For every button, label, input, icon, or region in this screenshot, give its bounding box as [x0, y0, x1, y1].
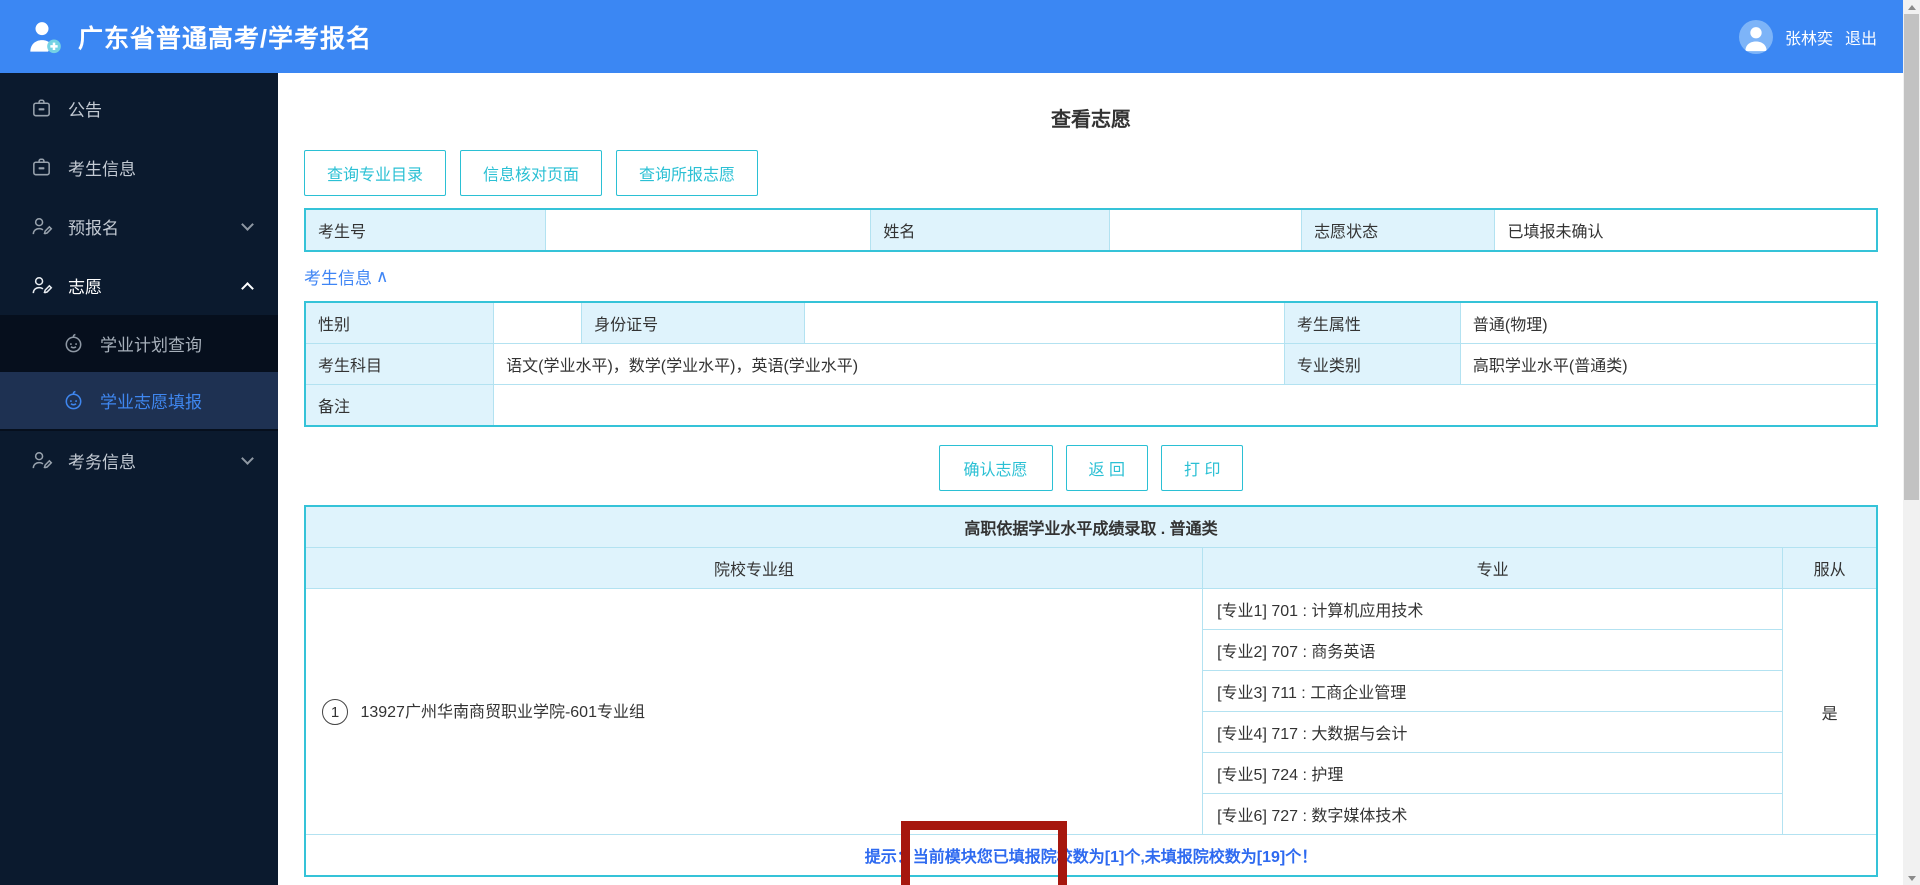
user-add-icon — [26, 17, 66, 57]
exam-no-label: 考生号 — [304, 208, 547, 252]
college-group-name: 13927广州华南商贸职业学院-601专业组 — [360, 703, 645, 721]
back-button[interactable]: 返 回 — [1065, 445, 1148, 491]
subjects-label: 考生科目 — [304, 343, 495, 385]
major-item: [专业6] 727 : 数字媒体技术 — [1202, 793, 1784, 835]
remark-value — [493, 384, 1878, 427]
main-content: 查看志愿 查询专业目录 信息核对页面 查询所报志愿 考生号 姓名 志愿状态 已填… — [278, 73, 1903, 885]
scrollbar-up-arrow[interactable] — [1903, 0, 1920, 14]
id-number-value — [804, 301, 1285, 344]
candidate-info-table: 性别 身份证号 考生属性 普通(物理) 考生科目 语文(学业水平)，数学(学业水… — [304, 301, 1878, 427]
user-edit-icon — [30, 449, 53, 472]
sidebar: 公告 考生信息 预报名 志愿 学业计划查询 学业志愿填报 考务信息 — [0, 73, 278, 885]
id-number-label: 身份证号 — [581, 301, 806, 344]
sidebar-item-label: 预报名 — [68, 219, 119, 238]
major-item: [专业1] 701 : 计算机应用技术 — [1202, 588, 1784, 630]
table-row: 考生号 姓名 志愿状态 已填报未确认 — [304, 208, 1878, 252]
volunteer-submenu: 学业计划查询 学业志愿填报 — [0, 315, 278, 431]
caret-up-icon: ∧ — [376, 266, 389, 286]
page-title: 查看志愿 — [1051, 109, 1131, 131]
baby-face-icon — [62, 389, 85, 412]
table-header-row: 院校专业组 专业 服从 — [304, 547, 1878, 589]
sidebar-item-label: 公告 — [68, 101, 102, 120]
subjects-value: 语文(学业水平)，数学(学业水平)，英语(学业水平) — [493, 343, 1285, 385]
col-header-group: 院校专业组 — [304, 547, 1204, 589]
logout-button[interactable]: 退出 — [1845, 25, 1877, 49]
vertical-scrollbar[interactable] — [1903, 0, 1920, 885]
table-row: 性别 身份证号 考生属性 普通(物理) — [304, 301, 1878, 344]
user-avatar — [1738, 19, 1773, 54]
col-header-major: 专业 — [1202, 547, 1784, 589]
sidebar-item-exam-affairs[interactable]: 考务信息 — [0, 431, 278, 490]
sidebar-item-label: 学业志愿填报 — [100, 393, 202, 412]
volunteer-table-title: 高职依据学业水平成绩录取 . 普通类 — [304, 505, 1878, 548]
confirm-volunteer-button[interactable]: 确认志愿 — [938, 445, 1053, 491]
remark-label: 备注 — [304, 384, 495, 427]
candidate-summary-table: 考生号 姓名 志愿状态 已填报未确认 — [304, 208, 1878, 252]
user-name: 张林奕 — [1784, 30, 1833, 48]
tip-text: 提示：当前模块您已填报院校数为[1]个,未填报院校数为[19]个！ — [304, 834, 1878, 877]
sidebar-item-announcements[interactable]: 公告 — [0, 79, 278, 138]
table-row: 高职依据学业水平成绩录取 . 普通类 — [304, 505, 1878, 548]
table-row: 考生科目 语文(学业水平)，数学(学业水平)，英语(学业水平) 专业类别 高职学… — [304, 343, 1878, 385]
sidebar-item-label: 考生信息 — [68, 160, 136, 179]
badge-icon — [30, 156, 53, 179]
college-group-cell: 1 13927广州华南商贸职业学院-601专业组 — [304, 588, 1204, 835]
category-label: 专业类别 — [1283, 343, 1461, 385]
sidebar-item-academic-volunteer-filling[interactable]: 学业志愿填报 — [0, 372, 278, 429]
user-edit-icon — [30, 274, 53, 297]
query-submitted-volunteer-button[interactable]: 查询所报志愿 — [616, 150, 759, 196]
print-button[interactable]: 打 印 — [1161, 445, 1244, 491]
scrollbar-thumb[interactable] — [1904, 14, 1919, 500]
sidebar-item-candidate-info[interactable]: 考生信息 — [0, 138, 278, 197]
col-header-obey: 服从 — [1782, 547, 1878, 589]
sidebar-item-volunteer[interactable]: 志愿 — [0, 256, 278, 315]
table-row: 提示：当前模块您已填报院校数为[1]个,未填报院校数为[19]个！ — [304, 834, 1878, 877]
gender-label: 性别 — [304, 301, 495, 344]
major-item: [专业5] 724 : 护理 — [1202, 752, 1784, 794]
sidebar-item-label: 考务信息 — [68, 453, 136, 472]
obey-value: 是 — [1782, 588, 1878, 835]
baby-face-icon — [62, 332, 85, 355]
query-major-catalog-button[interactable]: 查询专业目录 — [304, 150, 447, 196]
table-row: 1 13927广州华南商贸职业学院-601专业组 [专业1] 701 : 计算机… — [304, 588, 1878, 835]
major-item: [专业2] 707 : 商务英语 — [1202, 629, 1784, 671]
user-edit-icon — [30, 215, 53, 238]
middle-action-bar: 确认志愿 返 回 打 印 — [304, 445, 1878, 491]
badge-icon — [30, 97, 53, 120]
status-badge: 已填报未确认 — [1494, 208, 1878, 252]
candidate-attr-value: 普通(物理) — [1459, 301, 1878, 344]
sidebar-item-academic-plan-query[interactable]: 学业计划查询 — [0, 315, 278, 372]
chevron-up-icon — [241, 282, 254, 295]
sidebar-item-pre-registration[interactable]: 预报名 — [0, 197, 278, 256]
gender-value — [493, 301, 583, 344]
chevron-down-icon — [241, 452, 254, 465]
major-item: [专业4] 717 : 大数据与会计 — [1202, 711, 1784, 753]
candidate-info-collapse-link[interactable]: 考生信息 ∧ — [304, 264, 388, 289]
major-item: [专业3] 711 : 工商企业管理 — [1202, 670, 1784, 712]
table-row: 备注 — [304, 384, 1878, 427]
toolbar: 查询专业目录 信息核对页面 查询所报志愿 — [304, 150, 1878, 196]
name-value — [1109, 208, 1303, 252]
group-index-badge: 1 — [322, 699, 348, 726]
scrollbar-down-arrow[interactable] — [1903, 871, 1920, 885]
category-value: 高职学业水平(普通类) — [1459, 343, 1878, 385]
candidate-info-link-label: 考生信息 — [304, 269, 372, 288]
top-header: 广东省普通高考/学考报名 张林奕 退出 — [0, 0, 1903, 73]
exam-no-value — [545, 208, 872, 252]
sidebar-item-label: 志愿 — [68, 278, 102, 297]
sidebar-item-label: 学业计划查询 — [100, 336, 202, 355]
info-check-page-button[interactable]: 信息核对页面 — [460, 150, 603, 196]
candidate-attr-label: 考生属性 — [1283, 301, 1461, 344]
volunteer-table: 高职依据学业水平成绩录取 . 普通类 院校专业组 专业 服从 1 13927广州… — [304, 505, 1878, 877]
chevron-down-icon — [241, 218, 254, 231]
app-window: 广东省普通高考/学考报名 张林奕 退出 公告 考生信息 预报名 志愿 学业计划查… — [0, 0, 1920, 885]
app-title: 广东省普通高考/学考报名 — [78, 24, 372, 53]
status-label: 志愿状态 — [1301, 208, 1496, 252]
name-label: 姓名 — [870, 208, 1111, 252]
